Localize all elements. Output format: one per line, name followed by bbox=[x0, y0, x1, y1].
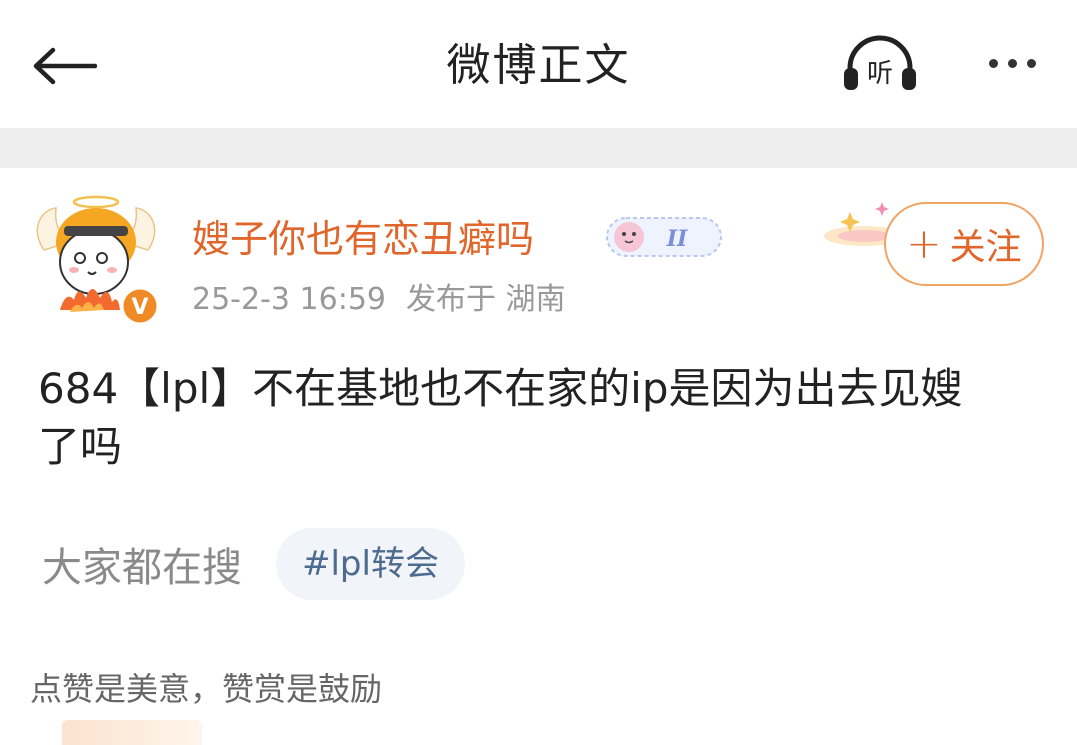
follow-button[interactable]: + 关注 bbox=[884, 202, 1044, 286]
more-options-button[interactable] bbox=[972, 42, 1052, 84]
post-content-line: 684【lpl】不在基地也不在家的ip是因为出去见嫂 bbox=[38, 364, 963, 413]
section-divider bbox=[0, 128, 1077, 168]
dot-icon bbox=[988, 58, 998, 68]
listen-label: 听 bbox=[867, 59, 893, 89]
username[interactable]: 嫂子你也有恋丑癖吗 bbox=[192, 212, 534, 268]
weibo-post-page: 微博正文 听 V 嫂子你也有恋丑癖吗 II 25-2-3 16:59 发布于 湖… bbox=[0, 0, 1077, 745]
post-location: 发布于 湖南 bbox=[406, 282, 566, 317]
hot-search-label: 大家都在搜 bbox=[42, 545, 242, 591]
follow-label: 关注 bbox=[949, 227, 1022, 268]
avatar-illustration: V bbox=[36, 195, 160, 326]
listen-button[interactable]: 听 bbox=[840, 34, 920, 94]
dot-icon bbox=[1026, 58, 1036, 68]
reward-text: 点赞是美意，赞赏是鼓励 bbox=[30, 670, 383, 708]
plus-icon: + bbox=[906, 219, 942, 268]
reward-banner-edge bbox=[62, 720, 202, 745]
post-timestamp: 25-2-3 16:59 bbox=[192, 282, 386, 317]
hot-search-tag[interactable]: #lpl转会 bbox=[276, 528, 465, 600]
avatar[interactable]: V bbox=[30, 190, 162, 328]
member-badge: II bbox=[606, 217, 722, 257]
headphones-icon: 听 bbox=[844, 35, 916, 90]
post-content-line: 了吗 bbox=[38, 422, 123, 471]
verified-icon: V bbox=[131, 295, 148, 320]
dot-icon bbox=[1007, 58, 1017, 68]
post-meta: 25-2-3 16:59 发布于 湖南 bbox=[192, 278, 566, 322]
member-badge-text: II bbox=[666, 226, 688, 252]
post-content: 684【lpl】不在基地也不在家的ip是因为出去见嫂 了吗 bbox=[38, 360, 1038, 476]
top-bar: 微博正文 听 bbox=[0, 0, 1077, 128]
